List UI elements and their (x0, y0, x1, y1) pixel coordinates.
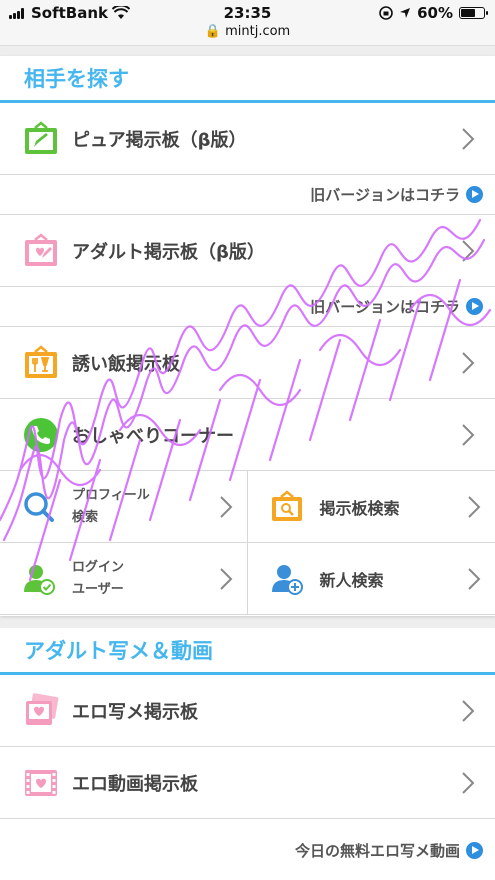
play-icon (466, 186, 483, 203)
erotic-video-board-label: エロ動画掲示板 (72, 773, 198, 795)
phone-icon (24, 417, 58, 452)
login-user-label: ログイン ユーザー (72, 560, 125, 597)
adult-board-icon (25, 232, 57, 266)
erotic-photo-board-link[interactable]: エロ写メ掲示板 (0, 675, 495, 747)
chevron-right-icon (462, 239, 475, 262)
chevron-right-icon (219, 567, 232, 590)
newcomer-search-label: 新人検索 (319, 570, 384, 590)
old-version-label: 旧バージョンはコチラ (310, 298, 460, 316)
erotic-photo-board-label: エロ写メ掲示板 (72, 701, 198, 723)
profile-search-label: プロフィール 検索 (72, 488, 150, 525)
board-search-link[interactable]: 掲示板検索 (247, 471, 495, 543)
photo-icon (26, 692, 59, 725)
newcomer-search-link[interactable]: 新人検索 (247, 543, 495, 615)
chevron-right-icon (462, 699, 475, 722)
adult-board-link[interactable]: アダルト掲示板（β版） (0, 215, 495, 287)
old-version-label: 旧バージョンはコチラ (310, 186, 460, 204)
play-icon (466, 841, 483, 859)
film-icon (25, 769, 57, 796)
meal-board-icon (25, 344, 57, 378)
search-grid: プロフィール 検索 掲示板検索 ログイン ユーザー 新人検索 (0, 471, 495, 615)
meal-board-link[interactable]: 誘い飯掲示板 (0, 327, 495, 399)
chevron-right-icon (462, 771, 475, 794)
pure-board-old-version-link[interactable]: 旧バージョンはコチラ (0, 175, 495, 215)
adult-board-old-version-link[interactable]: 旧バージョンはコチラ (0, 287, 495, 327)
status-bar: SoftBank 23:35 🔒 mintj.com 60% (0, 0, 495, 46)
pure-board-icon (25, 120, 57, 154)
free-daily-media-link[interactable]: 今日の無料エロ写メ動画 (0, 819, 495, 880)
chevron-right-icon (219, 495, 232, 518)
status-right: 60% (379, 4, 488, 22)
play-icon (466, 298, 483, 315)
chat-corner-label: おしゃべりコーナー (72, 425, 234, 447)
board-search-icon (271, 489, 302, 521)
add-user-icon (271, 564, 303, 595)
chevron-right-icon (468, 567, 481, 590)
free-daily-media-label: 今日の無料エロ写メ動画 (294, 841, 460, 860)
magnifier-icon (24, 491, 54, 522)
profile-search-link[interactable]: プロフィール 検索 (0, 471, 248, 543)
adult-board-label: アダルト掲示板（β版） (72, 241, 265, 263)
online-user-icon (24, 564, 55, 595)
battery-percent: 60% (417, 4, 453, 22)
address-bar[interactable]: 🔒 mintj.com (0, 24, 495, 39)
chevron-right-icon (462, 351, 475, 374)
section-title: 相手を探す (0, 56, 495, 103)
pure-board-link[interactable]: ピュア掲示板（β版） (0, 103, 495, 175)
pure-board-label: ピュア掲示板（β版） (72, 129, 247, 151)
meal-board-label: 誘い飯掲示板 (72, 353, 180, 375)
url-text: mintj.com (225, 24, 291, 39)
adult-media-section: アダルト写メ＆動画 エロ写メ掲示板 エロ動画掲示板 今日の無料エロ写メ動画 (0, 628, 495, 880)
chevron-right-icon (468, 495, 481, 518)
search-partner-section: 相手を探す ピュア掲示板（β版） 旧バージョンはコチラ アダルト掲示板（β版） … (0, 56, 495, 616)
location-icon (400, 8, 411, 18)
chat-corner-link[interactable]: おしゃべりコーナー (0, 399, 495, 471)
chevron-right-icon (462, 127, 475, 150)
lock-icon: 🔒 (204, 24, 221, 39)
section-title: アダルト写メ＆動画 (0, 628, 495, 675)
board-search-label: 掲示板検索 (319, 498, 400, 518)
orientation-lock-icon (379, 6, 393, 20)
login-user-link[interactable]: ログイン ユーザー (0, 543, 248, 615)
chevron-right-icon (462, 423, 475, 446)
erotic-video-board-link[interactable]: エロ動画掲示板 (0, 747, 495, 819)
battery-icon (459, 7, 488, 19)
